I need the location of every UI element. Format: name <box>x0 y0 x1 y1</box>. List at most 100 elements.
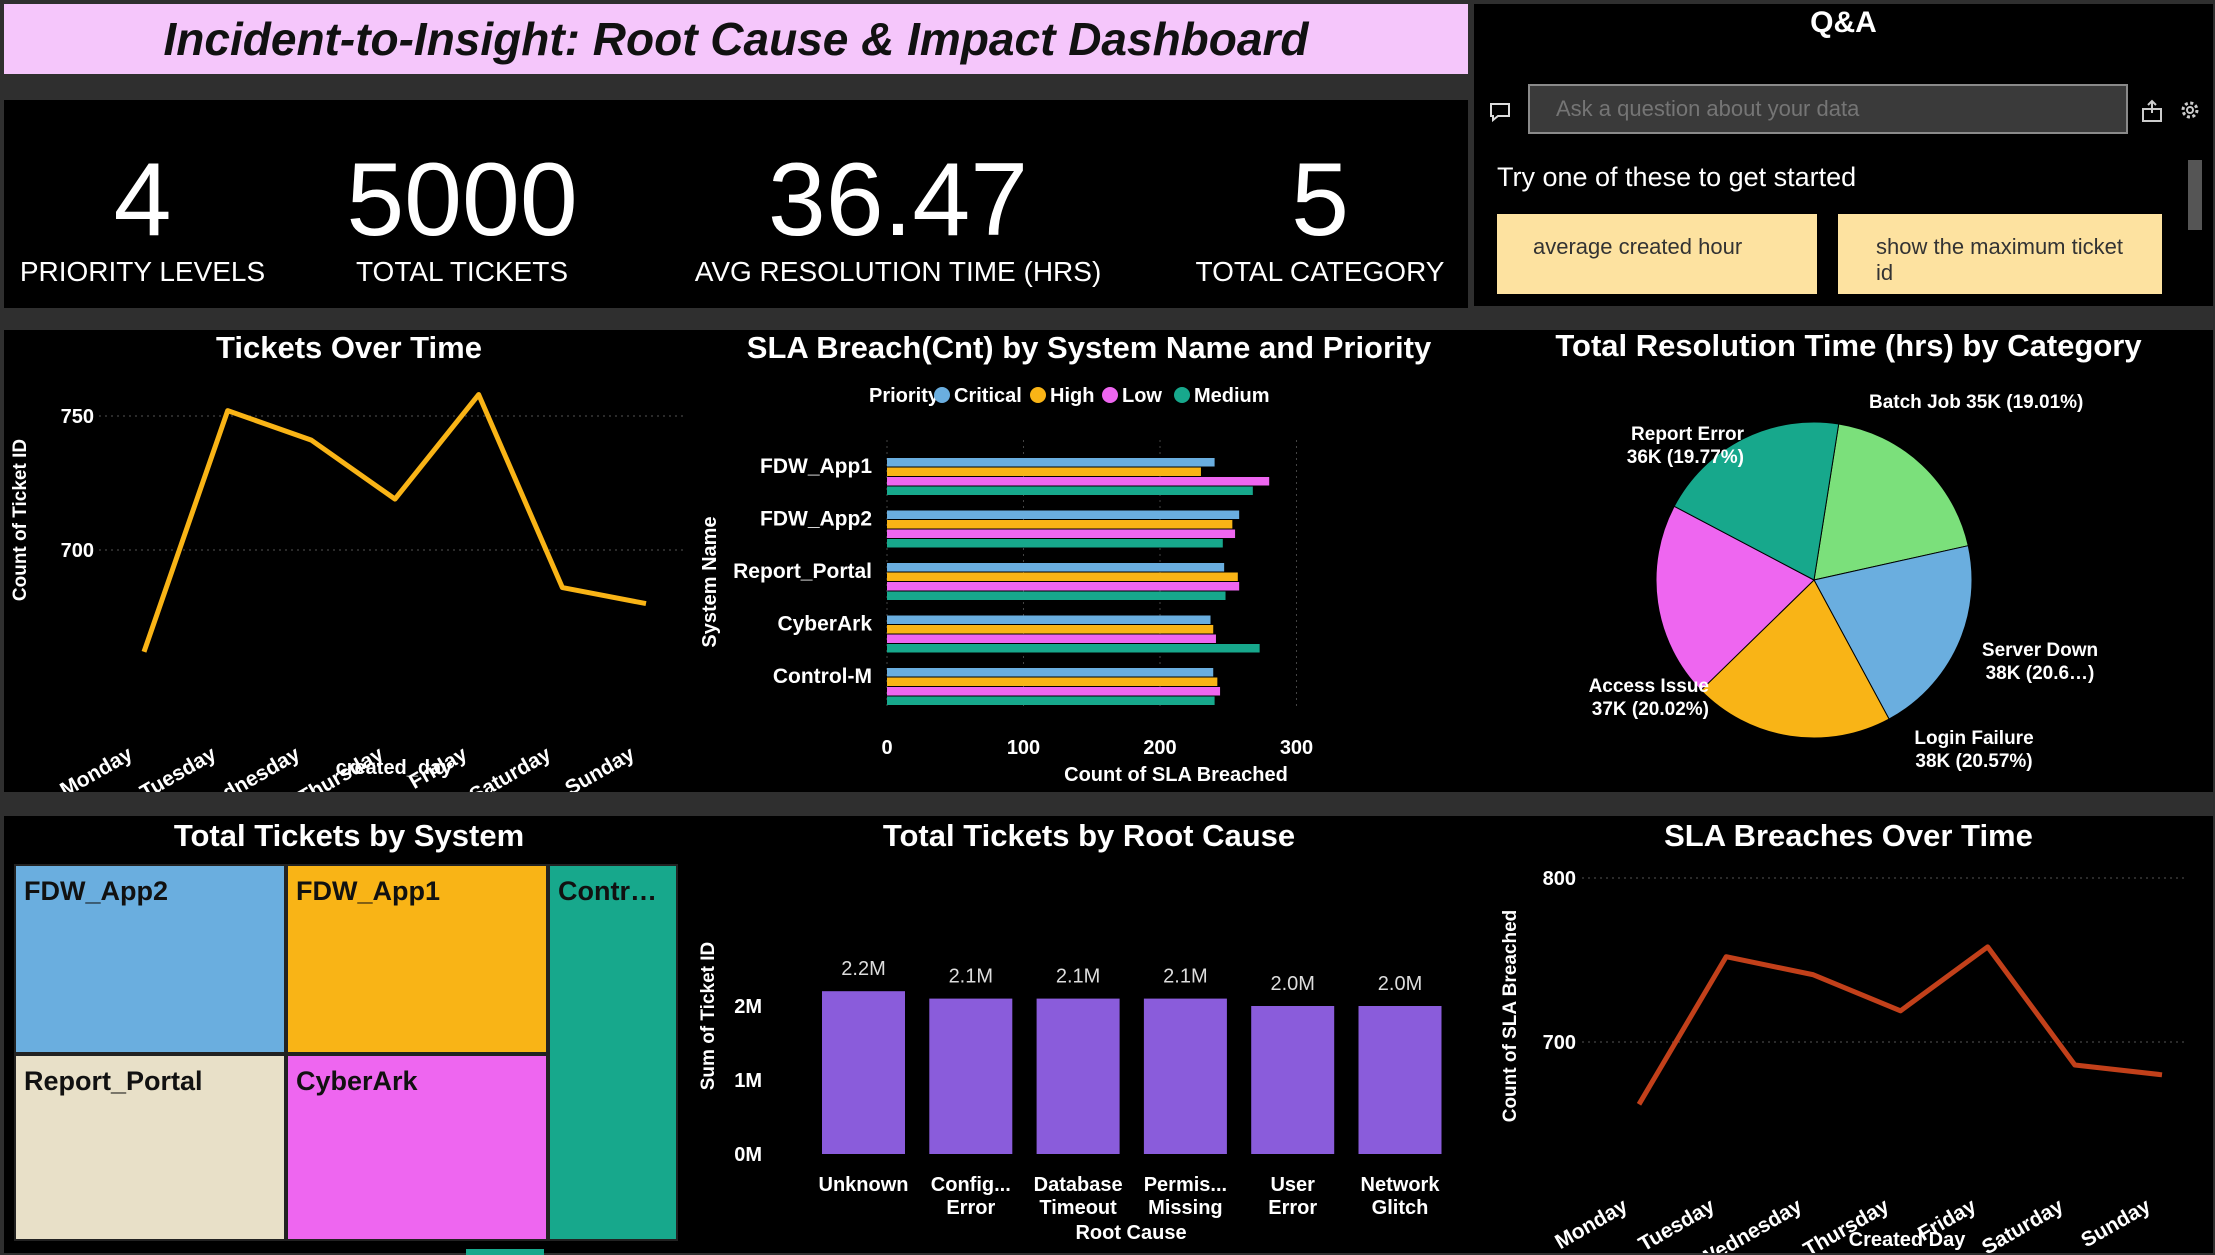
legend-marker <box>1030 387 1046 403</box>
y-tick-label: Control-M <box>773 665 872 688</box>
y-tick-label: 800 <box>1543 868 1576 890</box>
data-label: 2.0M <box>1270 973 1314 995</box>
bar <box>887 458 1215 467</box>
bar <box>1251 1006 1335 1154</box>
slice-label: Login Failure 38K (20.57%) <box>1914 728 2033 772</box>
bar <box>887 687 1221 696</box>
slice-label: Server Down 38K (20.6…) <box>1982 640 2098 684</box>
kpi-label: AVG RESOLUTION TIME (HRS) <box>694 256 1102 287</box>
y-tick-label: 1M <box>734 1070 762 1092</box>
kpi-priority-levels: 4 PRIORITY LEVELS <box>10 148 275 288</box>
kpi-value: 5000 <box>346 142 578 258</box>
sla-breach-bar-chart: Priority Critical High Low Medium 0 100 200 300 F… <box>699 385 1313 786</box>
bar <box>822 991 905 1154</box>
bar <box>1358 1006 1442 1154</box>
slice-label: Report Error 36K (19.77%) <box>1627 424 1745 468</box>
kpi-label: TOTAL CATEGORY <box>1195 256 1445 287</box>
gear-icon[interactable] <box>2178 98 2202 122</box>
legend-label: Low <box>1122 385 1162 407</box>
qa-scrollbar[interactable] <box>2188 160 2202 230</box>
treemap-label: Report_Portal <box>24 1066 203 1096</box>
data-label: 2.2M <box>841 958 885 980</box>
bar <box>887 668 1214 677</box>
data-label: 2.1M <box>1163 966 1207 988</box>
x-tick-label: Saturday <box>1978 1194 2068 1253</box>
qa-search-input[interactable] <box>1528 84 2128 134</box>
y-tick-label: 0M <box>734 1144 762 1166</box>
kpi-total-category: 5 TOTAL CATEGORY <box>1180 148 1460 288</box>
treemap-tile[interactable]: FDW_App2 <box>14 864 286 1054</box>
legend-marker <box>934 387 950 403</box>
legend-marker <box>1174 387 1190 403</box>
legend-label: Critical <box>954 385 1022 407</box>
legend-marker <box>1102 387 1118 403</box>
data-label: 2.0M <box>1378 973 1422 995</box>
y-axis-title: System Name <box>699 516 721 647</box>
chat-icon[interactable] <box>1488 100 1512 124</box>
kpi-value: 36.47 <box>767 142 1029 258</box>
x-axis-title: Created Day <box>1849 1229 1967 1251</box>
kpi-label: TOTAL TICKETS <box>355 256 569 287</box>
y-tick-label: 750 <box>61 406 94 428</box>
x-tick-label: 300 <box>1280 737 1313 759</box>
treemap-label: CyberArk <box>296 1066 418 1096</box>
bar <box>887 696 1215 705</box>
bar <box>887 625 1214 634</box>
qa-title: Q&A <box>1810 6 1877 39</box>
tickets-over-time-chart: 750700Monday TuesdayWednesdayThursday Frid… <box>10 392 684 792</box>
dashboard-title-banner: Incident-to-Insight: Root Cause & Impact… <box>4 4 1468 74</box>
x-tick-label: Network Glitch <box>1361 1174 1441 1219</box>
y-tick-label: CyberArk <box>777 613 872 636</box>
slice-label: Batch Job 35K (19.01%) <box>1869 392 2083 413</box>
suggestion-button[interactable]: average created hour <box>1497 214 1817 294</box>
treemap-label: FDW_App1 <box>296 876 440 906</box>
bar <box>887 634 1216 643</box>
kpi-label: PRIORITY LEVELS <box>19 256 266 287</box>
bar <box>887 572 1238 581</box>
treemap-tile[interactable]: Report_Portal <box>14 1054 286 1241</box>
y-tick-label: 2M <box>734 996 762 1018</box>
bar <box>887 563 1225 572</box>
y-tick-label: FDW_App1 <box>760 455 872 478</box>
qa-prompt: Try one of these to get started <box>1497 162 1857 192</box>
bar <box>887 477 1270 486</box>
x-tick-label: Permis... Missing <box>1144 1174 1227 1219</box>
bar <box>887 582 1240 591</box>
series-line <box>141 392 647 653</box>
x-tick-label: 200 <box>1143 737 1176 759</box>
bar <box>1143 998 1227 1154</box>
y-tick-label: 700 <box>61 540 94 562</box>
kpi-total-tickets: 5000 TOTAL TICKETS <box>322 148 602 288</box>
x-axis-title: Root Cause <box>1075 1222 1186 1244</box>
x-tick-label: Saturday <box>465 742 555 792</box>
bar <box>887 467 1201 476</box>
treemap-label: FDW_App2 <box>24 876 168 906</box>
treemap-tile[interactable]: CyberArk <box>286 1054 548 1241</box>
x-tick-label: User Error <box>1268 1174 1317 1219</box>
x-axis-title: created_day <box>336 757 454 779</box>
share-icon[interactable] <box>2140 98 2166 124</box>
sla-breaches-over-time-chart: 800700Monday TuesdayWednesdayThursday Frid… <box>1500 868 2184 1253</box>
y-axis-title: Count of SLA Breached <box>1500 910 1521 1123</box>
x-tick-label: Database Timeout <box>1034 1174 1123 1219</box>
bar <box>887 486 1253 495</box>
legend-label: Medium <box>1194 385 1270 407</box>
x-tick-label: Tuesday <box>136 742 220 792</box>
page-tab-indicator[interactable] <box>466 1249 544 1255</box>
treemap-label: Contr… <box>558 876 657 906</box>
y-tick-label: 700 <box>1543 1032 1576 1054</box>
legend-label: High <box>1050 385 1094 407</box>
resolution-pie-chart: Batch Job 35K (19.01%) Server Down 38K (20… <box>1589 392 2099 772</box>
root-cause-bar-chart: 2M 1M 0M 2.2M Unknown 2.1M Config... Error 2.1M D… <box>698 942 1442 1244</box>
treemap-tile[interactable]: FDW_App1 <box>286 864 548 1054</box>
x-tick-label: Unknown <box>819 1174 909 1196</box>
treemap-tile[interactable]: Contr… <box>548 864 678 1241</box>
kpi-value: 5 <box>1291 142 1349 258</box>
x-tick-label: Monday <box>56 742 136 792</box>
suggestion-button[interactable]: show the maximum ticket id <box>1838 214 2162 294</box>
x-tick-label: Sunday <box>2077 1194 2154 1252</box>
y-axis-title: Count of Ticket ID <box>10 439 31 601</box>
bar <box>887 529 1236 538</box>
kpi-value: 4 <box>113 142 172 258</box>
x-tick-label: 0 <box>881 737 892 759</box>
